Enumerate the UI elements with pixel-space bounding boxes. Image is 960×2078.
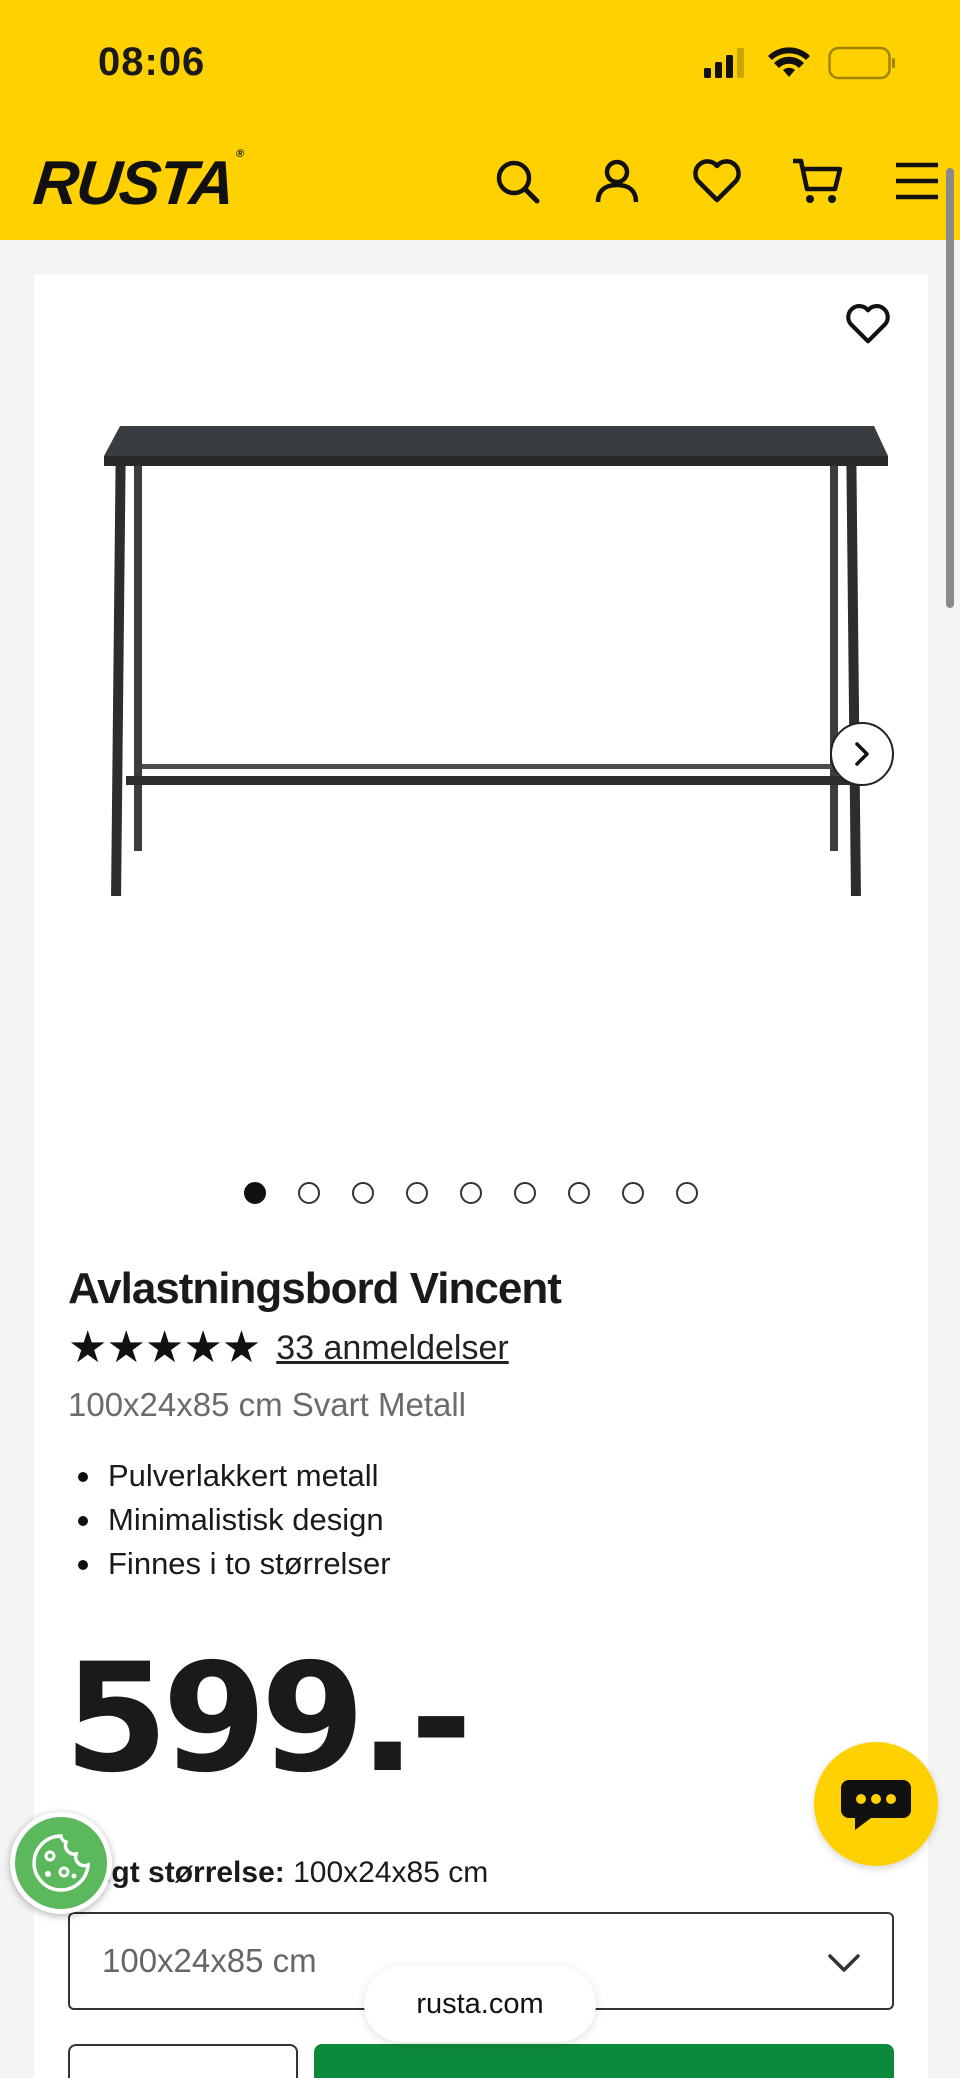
size-select-value: 100x24x85 cm xyxy=(102,1942,317,1979)
gallery-dot[interactable] xyxy=(298,1182,320,1204)
signal-icon xyxy=(704,48,750,83)
status-time: 08:06 xyxy=(98,40,206,84)
wifi-icon xyxy=(768,47,810,84)
page-scrollbar[interactable] xyxy=(946,168,954,608)
site-header: RUSTA® xyxy=(0,120,960,240)
add-to-wishlist-button[interactable] xyxy=(838,294,898,354)
product-image[interactable] xyxy=(94,424,894,1074)
heart-icon xyxy=(846,304,890,344)
rusta-logo[interactable]: RUSTA® xyxy=(30,148,242,219)
gallery-dot[interactable] xyxy=(460,1182,482,1204)
chat-button[interactable] xyxy=(814,1742,938,1866)
search-icon[interactable] xyxy=(488,152,546,210)
add-to-cart-button[interactable] xyxy=(314,2044,894,2078)
gallery-dot[interactable] xyxy=(406,1182,428,1204)
wishlist-icon[interactable] xyxy=(688,152,746,210)
product-rating: ★★★★★ 33 anmeldelser xyxy=(68,1326,509,1370)
gallery-dot[interactable] xyxy=(568,1182,590,1204)
account-icon[interactable] xyxy=(588,152,646,210)
gallery-dot[interactable] xyxy=(676,1182,698,1204)
browser-url-pill[interactable]: rusta.com xyxy=(364,1966,596,2042)
gallery-dot[interactable] xyxy=(244,1182,266,1204)
gallery-next-button[interactable] xyxy=(830,722,894,786)
gallery-pagination xyxy=(34,1182,928,1204)
size-label-value: 100x24x85 cm xyxy=(293,1856,489,1889)
menu-icon[interactable] xyxy=(888,152,946,210)
product-subtitle: 100x24x85 cm Svart Metall xyxy=(68,1386,467,1423)
header-nav xyxy=(488,152,946,210)
chevron-right-icon xyxy=(855,742,869,766)
cookie-settings-button[interactable] xyxy=(10,1812,112,1914)
gallery-dot[interactable] xyxy=(352,1182,374,1204)
feature-list: Pulverlakkert metall Minimalistisk desig… xyxy=(78,1454,391,1586)
feature-item: Pulverlakkert metall xyxy=(78,1454,391,1498)
status-icons xyxy=(704,46,896,85)
chat-icon xyxy=(841,1780,911,1830)
chevron-down-icon xyxy=(828,1954,860,1972)
feature-item: Minimalistisk design xyxy=(78,1498,391,1542)
gallery-dot[interactable] xyxy=(514,1182,536,1204)
cookie-icon xyxy=(32,1834,90,1892)
status-bar: 08:06 xyxy=(0,0,960,120)
product-title: Avlastningsbord Vincent xyxy=(68,1264,562,1313)
size-label: Valgt størrelse: 100x24x85 cm xyxy=(68,1856,488,1890)
product-price: 599.- xyxy=(64,1632,472,1806)
cart-icon[interactable] xyxy=(788,152,846,210)
quantity-button[interactable] xyxy=(68,2044,298,2078)
product-card: Avlastningsbord Vincent ★★★★★ 33 anmelde… xyxy=(34,274,928,2078)
feature-item: Finnes i to størrelser xyxy=(78,1542,391,1586)
star-rating-icon: ★★★★★ xyxy=(68,1323,261,1372)
gallery-dot[interactable] xyxy=(622,1182,644,1204)
battery-icon xyxy=(828,46,896,85)
reviews-link[interactable]: 33 anmeldelser xyxy=(276,1329,508,1368)
